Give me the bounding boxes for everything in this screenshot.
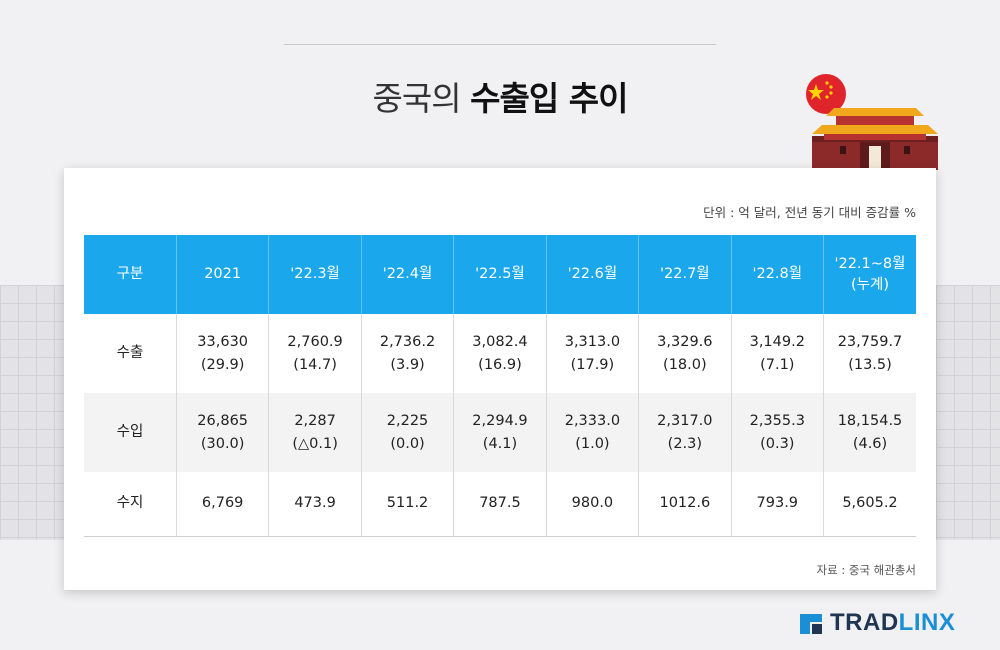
table-row: 수지 6,769 473.9 511.2 787.5 980.0 1012.6 793.9 5,… xyxy=(84,472,916,537)
column-header: '22.7월 xyxy=(638,235,732,314)
trade-table: 구분 2021'22.3월 '22.4월 '22.5월 '22.6월 '22.7월 '22.… xyxy=(84,235,916,537)
table-cell: 793.9 xyxy=(731,472,825,537)
row-label: 수출 xyxy=(84,314,177,393)
row-label: 수입 xyxy=(84,393,177,472)
tradlinx-logo: TRADLINX xyxy=(798,608,978,638)
table-cell: 2,355.3 (0.3) xyxy=(731,393,825,472)
table-cell: 2,333.0 (1.0) xyxy=(546,393,640,472)
logo-text: TRADLINX xyxy=(830,609,955,637)
table-cell: 2,294.9 (4.1) xyxy=(453,393,547,472)
column-header: 2021 xyxy=(176,235,270,314)
table-cell: 3,149.2 (7.1) xyxy=(731,314,825,393)
table-cell: 2,225 (0.0) xyxy=(361,393,455,472)
table-cell: 2,736.2 (3.9) xyxy=(361,314,455,393)
title-normal: 중국의 xyxy=(372,79,462,118)
row-label: 수지 xyxy=(84,472,177,537)
table-cell: 3,329.6 (18.0) xyxy=(638,314,732,393)
column-header: '22.4월 xyxy=(361,235,455,314)
table-cell: 787.5 xyxy=(453,472,547,537)
column-header: '22.1~8월 (누계) xyxy=(823,235,916,314)
table-body: 수출 33,630 (29.9) 2,760.9 (14.7) 2,736.2 (3.9) 3… xyxy=(84,314,916,537)
china-palace-illustration xyxy=(806,74,938,170)
table-cell: 2,287 (△0.1) xyxy=(268,393,362,472)
logo-text-trad: TRAD xyxy=(830,609,899,636)
column-header: '22.8월 xyxy=(731,235,825,314)
table-cell: 33,630 (29.9) xyxy=(176,314,270,393)
source-note: 자료 : 중국 해관총서 xyxy=(816,563,916,577)
table-cell: 26,865 (30.0) xyxy=(176,393,270,472)
title-divider xyxy=(284,44,716,45)
table-card: 단위 : 억 달러, 전년 동기 대비 증감률 % 구분 2021'22.3월 '2… xyxy=(64,168,936,590)
table-cell: 473.9 xyxy=(268,472,362,537)
column-header: '22.6월 xyxy=(546,235,640,314)
table-cell: 18,154.5 (4.6) xyxy=(823,393,916,472)
title-bold: 수출입 추이 xyxy=(470,79,628,118)
table-cell: 23,759.7 (13.5) xyxy=(823,314,916,393)
table-cell: 6,769 xyxy=(176,472,270,537)
table-cell: 3,313.0 (17.9) xyxy=(546,314,640,393)
table-cell: 2,317.0 (2.3) xyxy=(638,393,732,472)
logo-text-linx: LINX xyxy=(898,609,956,636)
logo-mark-icon xyxy=(800,614,822,634)
table-cell: 2,760.9 (14.7) xyxy=(268,314,362,393)
table-row: 수입 26,865 (30.0) 2,287 (△0.1) 2,225 (0.0) 2,294… xyxy=(84,393,916,472)
table-cell: 980.0 xyxy=(546,472,640,537)
column-header: '22.5월 xyxy=(453,235,547,314)
table-cell: 511.2 xyxy=(361,472,455,537)
table-header-row: 구분 2021'22.3월 '22.4월 '22.5월 '22.6월 '22.7월 '22.… xyxy=(84,235,916,314)
table-cell: 5,605.2 xyxy=(823,472,916,537)
column-header: 구분 xyxy=(84,235,177,314)
unit-note: 단위 : 억 달러, 전년 동기 대비 증감률 % xyxy=(703,205,916,220)
table-cell: 3,082.4 (16.9) xyxy=(453,314,547,393)
column-header: '22.3월 xyxy=(268,235,362,314)
table-cell: 1012.6 xyxy=(638,472,732,537)
table-row: 수출 33,630 (29.9) 2,760.9 (14.7) 2,736.2 (3.9) 3… xyxy=(84,314,916,393)
